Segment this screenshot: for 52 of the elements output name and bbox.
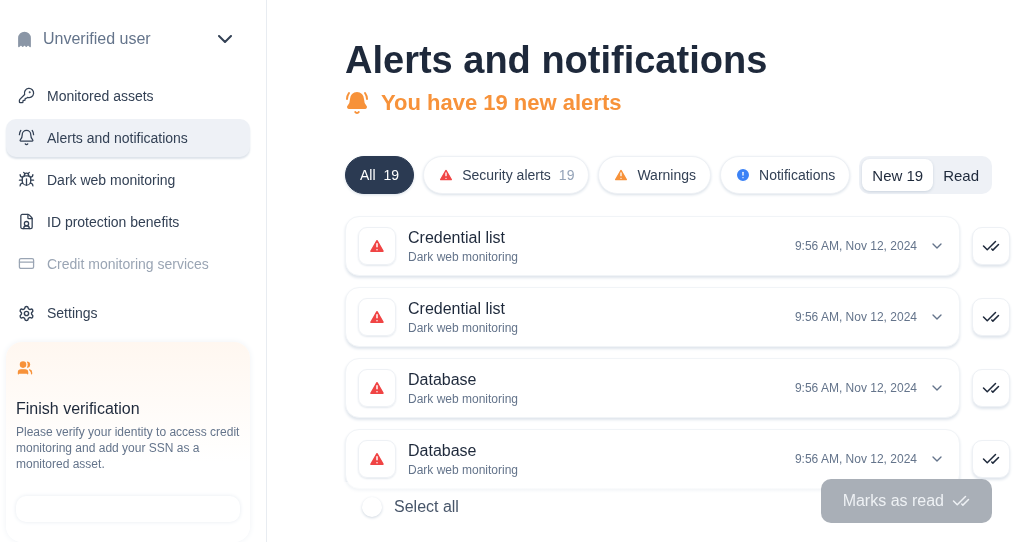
alert-time: 9:56 AM, Nov 12, 2024 [794,381,917,395]
alert-source: Dark web monitoring [408,462,520,477]
card-title: Finish verification [16,399,141,418]
filter-tab[interactable]: Notifications [720,156,851,194]
info-icon [735,167,752,183]
mark-read-button[interactable] [972,227,1010,265]
toggle-option[interactable]: New 19 [862,159,934,191]
nav-item[interactable]: Dark web monitoring [6,160,250,199]
bell-icon [345,91,369,115]
key-icon [18,87,35,105]
alert-time: 9:56 AM, Nov 12, 2024 [794,310,917,324]
mark-read-button[interactable] [972,440,1010,478]
nav-item[interactable]: Settings [6,304,250,322]
filter-tab[interactable]: Warnings [598,156,712,194]
page-title: Alerts and notifications [345,38,769,83]
nav-item[interactable]: ID protection benefits [6,202,250,241]
alert-time: 9:56 AM, Nov 12, 2024 [794,452,917,466]
alert-time: 9:56 AM, Nov 12, 2024 [794,239,917,253]
warning-icon [438,167,455,183]
mark-read-button[interactable] [972,369,1010,407]
alert-count-text: You have 19 new alerts [381,90,622,116]
checkbox[interactable] [362,497,382,517]
bell-icon [18,129,35,147]
alert-source: Dark web monitoring [408,320,520,335]
user-menu[interactable]: Unverified user [6,28,250,51]
warning-icon [368,308,386,326]
bug-icon [18,171,35,189]
filter-tab[interactable]: All 19 [345,156,415,194]
document-icon [18,213,35,231]
alert-source: Dark web monitoring [408,249,520,264]
alert-card[interactable]: Credential list Dark web monitoring 9:56 AM, Nov 12, 2024 [345,216,960,276]
people-icon [16,360,34,376]
filter-tab[interactable]: Security alerts 19 [423,156,590,194]
alert-title: Credential list [408,299,506,318]
alert-title: Database [408,370,478,389]
warning-icon [613,167,630,183]
alert-title: Database [408,441,478,460]
mark-read-button[interactable] [972,298,1010,336]
card-text: Please verify your identity to access credit monitoring and add your SSN as a monitored asset. [16,423,240,472]
nav-item[interactable]: Monitored assets [6,76,250,115]
warning-icon [368,450,386,468]
alert-card[interactable]: Database Dark web monitoring 9:56 AM, Nov 12, 2024 [345,358,960,418]
nav-item[interactable]: Alerts and notifications [6,118,250,157]
warning-icon [368,237,386,255]
ghost-icon [16,30,33,48]
select-all-checkbox[interactable]: Select all [362,497,459,517]
alert-card[interactable]: Credential list Dark web monitoring 9:56 AM, Nov 12, 2024 [345,287,960,347]
alert-source: Dark web monitoring [408,391,520,406]
toggle-option[interactable]: Read [933,159,990,191]
alert-title: Credential list [408,228,506,247]
settings-icon [18,304,35,322]
warning-icon [368,379,386,397]
